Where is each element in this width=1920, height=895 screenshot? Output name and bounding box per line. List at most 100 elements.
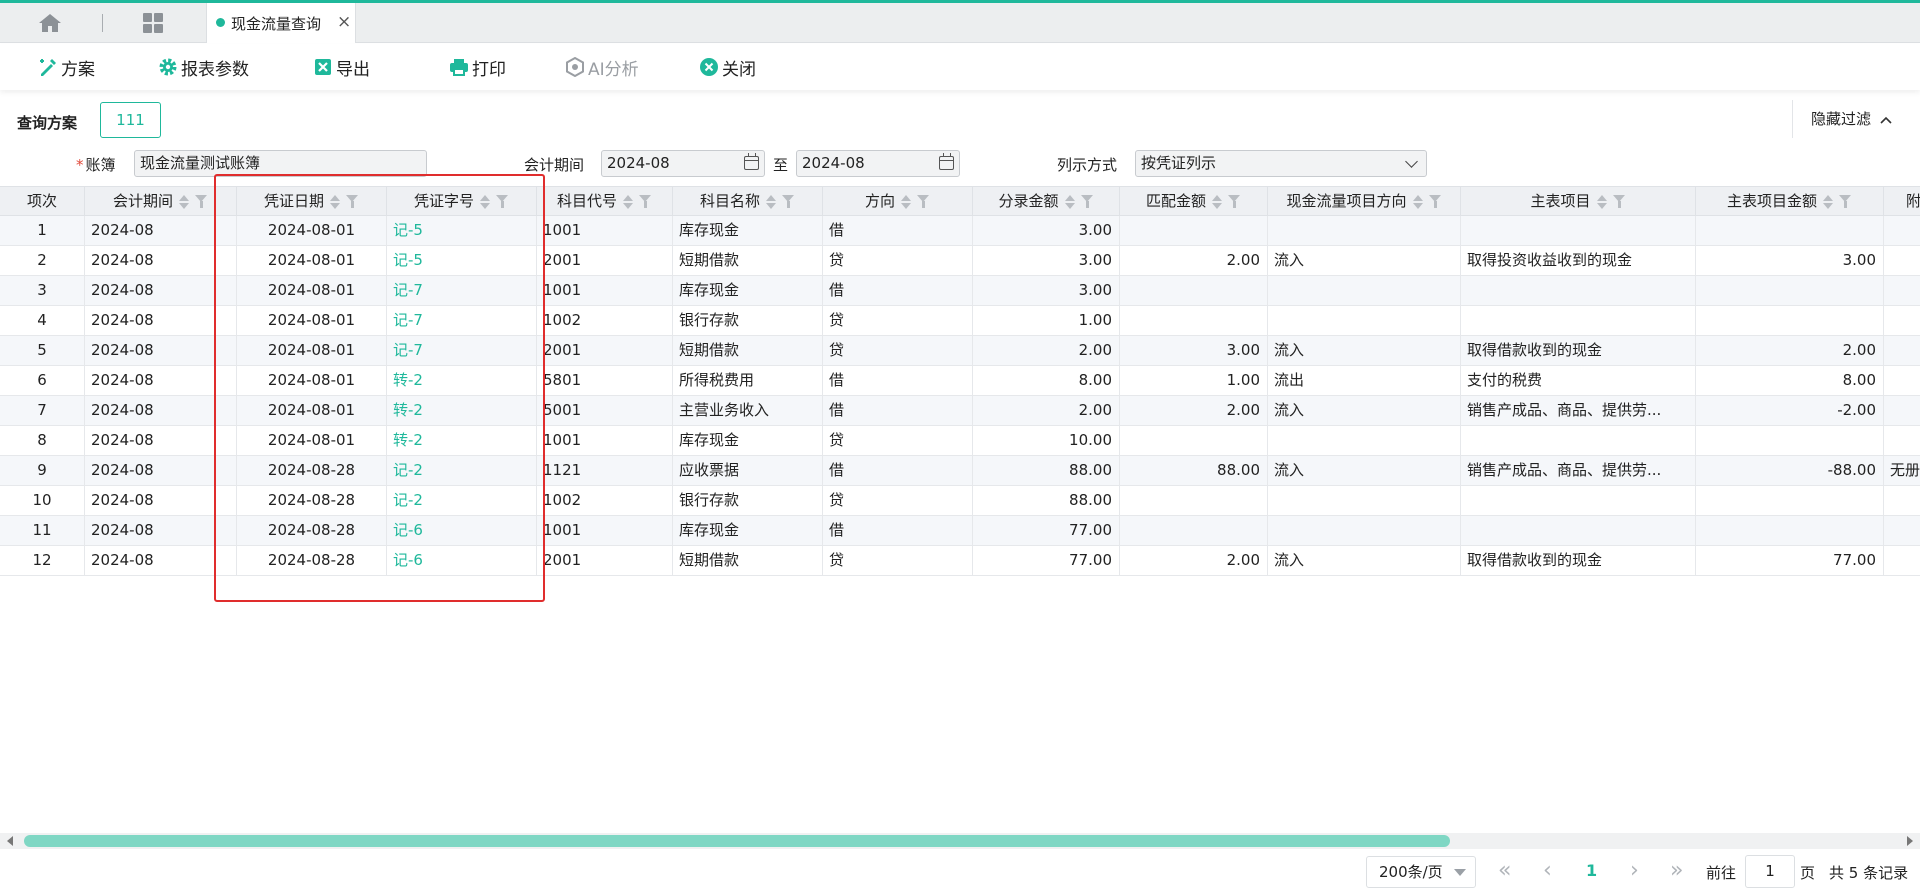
table-row[interactable]: 11 2024-08 2024-08-28 记-6 1001 库存现金借 77.00 xyxy=(0,516,1920,546)
table-row[interactable]: 12 2024-08 2024-08-28 记-6 2001 短期借款贷 77.00 2.00… xyxy=(0,546,1920,576)
table-row[interactable]: 4 2024-08 2024-08-01 记-7 1002 银行存款贷 1.00 xyxy=(0,306,1920,336)
table-row[interactable]: 9 2024-08 2024-08-28 记-2 1121 应收票据借 88.00 88.00… xyxy=(0,456,1920,486)
cell-direction: 借 xyxy=(823,456,973,485)
cell-voucher-no[interactable]: 记-5 xyxy=(387,246,537,275)
table-row[interactable]: 6 2024-08 2024-08-01 转-2 5801 所得税费用借 8.00 1.00 流… xyxy=(0,366,1920,396)
col-header-period[interactable]: 会计期间 xyxy=(85,187,237,216)
col-header-main-item[interactable]: 主表项目 xyxy=(1461,187,1696,216)
filter-icon[interactable] xyxy=(346,195,359,208)
cell-attachment xyxy=(1884,546,1920,575)
horizontal-scrollbar[interactable] xyxy=(0,833,1920,849)
filter-icon[interactable] xyxy=(917,195,930,208)
goto-page-input[interactable]: 1 xyxy=(1745,855,1795,888)
cell-voucher-no[interactable]: 记-7 xyxy=(387,336,537,365)
plan-button[interactable]: 方案 xyxy=(38,55,95,80)
hide-filter-button[interactable]: 隐藏过滤 xyxy=(1792,100,1904,138)
col-header-match-amount[interactable]: 匹配金额 xyxy=(1120,187,1268,216)
cell-cashflow-direction xyxy=(1268,306,1461,335)
cell-account-name: 银行存款 xyxy=(673,486,823,515)
scroll-left-icon[interactable] xyxy=(7,836,13,846)
filter-icon[interactable] xyxy=(1080,195,1094,208)
cell-voucher-no[interactable]: 记-2 xyxy=(387,456,537,485)
cell-period: 2024-08 xyxy=(85,366,237,395)
filter-icon[interactable] xyxy=(496,195,509,208)
cell-voucher-no[interactable]: 记-7 xyxy=(387,276,537,305)
cell-voucher-no[interactable]: 转-2 xyxy=(387,396,537,425)
close-button[interactable]: 关闭 xyxy=(699,55,756,80)
cell-main-item-amount xyxy=(1696,216,1884,245)
sort-icon[interactable] xyxy=(480,194,490,209)
sort-icon[interactable] xyxy=(766,194,776,209)
table-row[interactable]: 2 2024-08 2024-08-01 记-5 2001 短期借款贷 3.00 2.00 流入… xyxy=(0,246,1920,276)
scroll-right-icon[interactable] xyxy=(1907,836,1913,846)
tab-cash-flow-query[interactable]: 现金流量查询 × xyxy=(206,3,356,43)
page-size-select[interactable]: 200条/页 xyxy=(1366,856,1476,888)
sort-icon[interactable] xyxy=(330,194,340,209)
period-from-field[interactable]: 2024-08 xyxy=(601,150,765,177)
tab-close-icon[interactable]: × xyxy=(337,12,351,32)
first-page-icon[interactable]: « xyxy=(1498,860,1511,882)
table-row[interactable]: 7 2024-08 2024-08-01 转-2 5001 主营业务收入借 2.00 2.00… xyxy=(0,396,1920,426)
cell-voucher-no[interactable]: 转-2 xyxy=(387,366,537,395)
report-params-button[interactable]: 报表参数 xyxy=(158,55,249,80)
cell-voucher-no[interactable]: 转-2 xyxy=(387,426,537,455)
next-page-icon[interactable]: › xyxy=(1630,860,1639,882)
query-scheme-button[interactable]: 111 xyxy=(100,102,161,138)
col-header-voucher-no[interactable]: 凭证字号 xyxy=(387,187,537,216)
sort-icon[interactable] xyxy=(1596,194,1607,209)
col-header-main-item-amount[interactable]: 主表项目金额 xyxy=(1696,187,1884,216)
last-page-icon[interactable]: » xyxy=(1670,860,1683,882)
sort-icon[interactable] xyxy=(1412,194,1423,209)
sort-icon[interactable] xyxy=(1212,194,1222,209)
calendar-icon[interactable] xyxy=(744,153,759,170)
scrollbar-thumb[interactable] xyxy=(24,835,1450,847)
cell-main-item-amount xyxy=(1696,276,1884,305)
col-header-attachment[interactable]: 附 xyxy=(1884,187,1920,216)
cell-voucher-no[interactable]: 记-2 xyxy=(387,486,537,515)
table-row[interactable]: 5 2024-08 2024-08-01 记-7 2001 短期借款贷 2.00 3.00 流入… xyxy=(0,336,1920,366)
col-header-cashflow-direction[interactable]: 现金流量项目方向 xyxy=(1268,187,1461,216)
prev-page-icon[interactable]: ‹ xyxy=(1543,860,1552,882)
filter-icon[interactable] xyxy=(1228,195,1241,208)
ledger-field[interactable]: 现金流量测试账簿 xyxy=(134,150,427,177)
sort-icon[interactable] xyxy=(1823,194,1833,209)
col-header-entry-amount[interactable]: 分录金额 xyxy=(973,187,1120,216)
table-row[interactable]: 3 2024-08 2024-08-01 记-7 1001 库存现金借 3.00 xyxy=(0,276,1920,306)
home-icon[interactable] xyxy=(38,13,62,33)
sort-icon[interactable] xyxy=(901,194,911,209)
table-row[interactable]: 1 2024-08 2024-08-01 记-5 1001 库存现金借 3.00 xyxy=(0,216,1920,246)
calendar-icon[interactable] xyxy=(939,153,954,170)
cell-direction: 借 xyxy=(823,216,973,245)
col-header-voucher-date[interactable]: 凭证日期 xyxy=(237,187,387,216)
filter-icon[interactable] xyxy=(1612,195,1626,208)
cell-period: 2024-08 xyxy=(85,396,237,425)
filter-icon[interactable] xyxy=(639,195,652,208)
print-button[interactable]: 打印 xyxy=(449,55,506,80)
list-mode-select[interactable]: 按凭证列示 xyxy=(1135,150,1427,177)
cell-entry-amount: 88.00 xyxy=(973,486,1120,515)
sort-icon[interactable] xyxy=(1064,194,1075,209)
cell-voucher-no[interactable]: 记-6 xyxy=(387,516,537,545)
col-header-account-code[interactable]: 科目代号 xyxy=(537,187,673,216)
sort-icon[interactable] xyxy=(179,194,189,209)
filter-icon[interactable] xyxy=(195,195,208,208)
col-header-index[interactable]: 项次 xyxy=(0,187,85,216)
sort-icon[interactable] xyxy=(623,194,633,209)
table-row[interactable]: 8 2024-08 2024-08-01 转-2 1001 库存现金贷 10.00 xyxy=(0,426,1920,456)
cell-voucher-no[interactable]: 记-5 xyxy=(387,216,537,245)
filter-icon[interactable] xyxy=(1839,195,1852,208)
col-header-direction[interactable]: 方向 xyxy=(823,187,973,216)
export-button[interactable]: 导出 xyxy=(313,55,370,80)
filter-icon[interactable] xyxy=(782,195,795,208)
apps-grid-icon[interactable] xyxy=(143,13,165,35)
period-to-field[interactable]: 2024-08 xyxy=(796,150,960,177)
table-row[interactable]: 10 2024-08 2024-08-28 记-2 1002 银行存款贷 88.00 xyxy=(0,486,1920,516)
filter-icon[interactable] xyxy=(1428,195,1442,208)
col-header-account-name[interactable]: 科目名称 xyxy=(673,187,823,216)
current-page-number[interactable]: 1 xyxy=(1586,861,1597,880)
cell-voucher-no[interactable]: 记-7 xyxy=(387,306,537,335)
cell-main-item-amount: -88.00 xyxy=(1696,456,1884,485)
ai-analysis-button[interactable]: AI分析 xyxy=(565,55,639,80)
cell-voucher-no[interactable]: 记-6 xyxy=(387,546,537,575)
cell-entry-amount: 88.00 xyxy=(973,456,1120,485)
